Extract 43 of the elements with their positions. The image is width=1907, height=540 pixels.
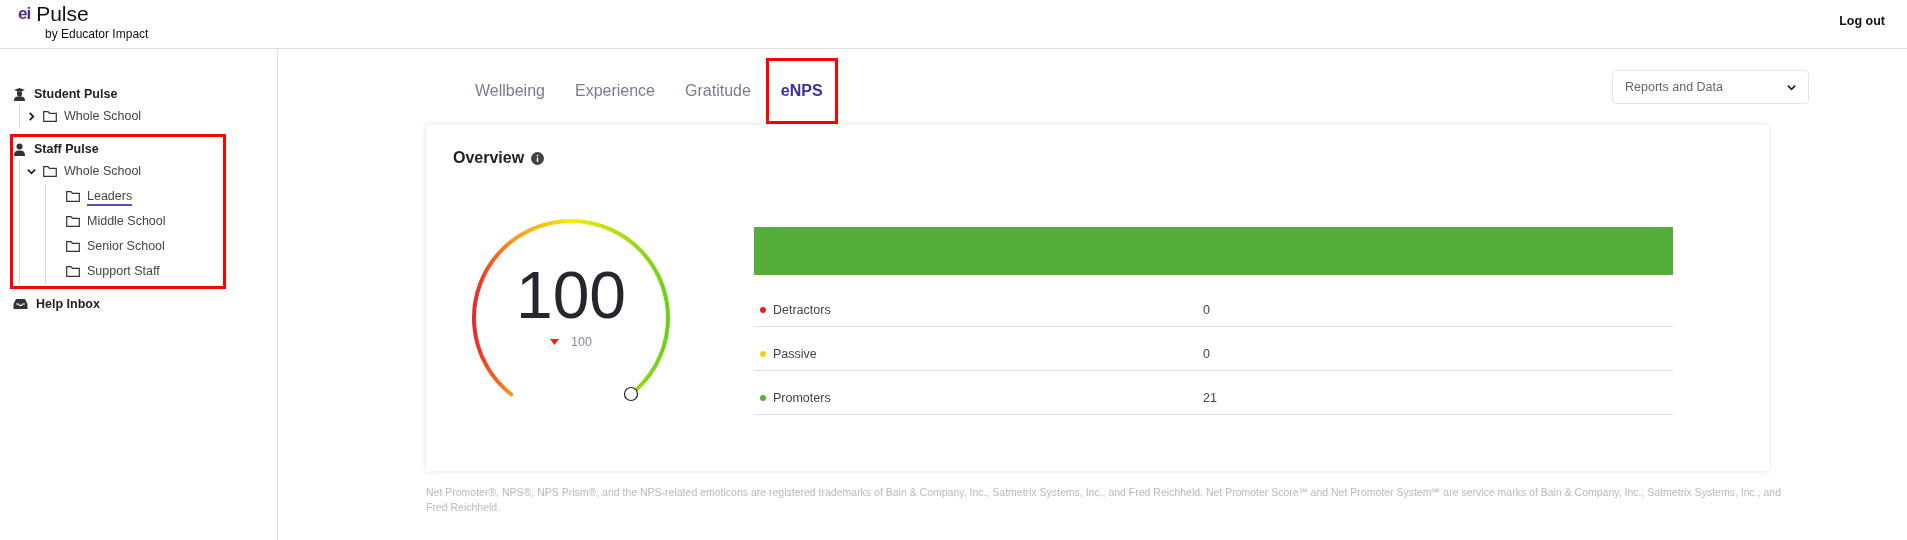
folder-icon xyxy=(43,111,57,122)
gauge-thumb xyxy=(622,386,639,403)
category-count: 21 xyxy=(1203,390,1217,405)
tree-item[interactable]: Whole School xyxy=(64,164,142,181)
category-label: Detractors xyxy=(773,302,832,317)
folder-icon xyxy=(66,266,80,277)
info-icon[interactable] xyxy=(531,151,545,165)
category-count: 0 xyxy=(1203,302,1210,317)
card-title: Overview xyxy=(453,149,525,167)
tab[interactable]: eNPS xyxy=(765,58,838,124)
category-label: Passive xyxy=(773,346,818,361)
tree-item[interactable]: Leaders xyxy=(87,189,133,206)
chevron-down-icon[interactable] xyxy=(1787,82,1796,92)
folder-icon xyxy=(66,191,80,202)
logo-mark: ei xyxy=(18,5,31,23)
logout-link[interactable]: Log out xyxy=(1839,14,1885,28)
score-change: 100 xyxy=(571,335,592,349)
tree-item[interactable]: Whole School xyxy=(64,109,142,126)
student-icon xyxy=(13,87,26,101)
person-icon xyxy=(13,142,26,156)
reports-dropdown[interactable]: Reports and Data xyxy=(1612,70,1809,104)
section-title[interactable]: Student Pulse xyxy=(34,87,118,101)
tree-item[interactable]: Senior School xyxy=(87,239,165,256)
section-title[interactable]: Help Inbox xyxy=(36,297,100,311)
folder-icon xyxy=(66,241,80,252)
score-value: 100 xyxy=(515,257,627,334)
trademark-notice: Net Promoter®, NPS®, NPS Prism®, and the NPS-related emoticons are registered trademarks of Bain & Company, Inc., Satmetrix Systems, Inc., and Fred Reichheld. Net Promoter Score℠ and Net Promoter System℠ are service marks of Bain & Company, Inc., Satmetrix Systems, Inc., and Fred Reichheld. xyxy=(426,485,1782,515)
category-label: Promoters xyxy=(773,390,832,405)
tab[interactable]: Experience xyxy=(559,58,670,124)
section-title[interactable]: Staff Pulse xyxy=(34,142,99,156)
app-subtitle: by Educator Impact xyxy=(45,27,149,41)
tab[interactable]: Gratitude xyxy=(670,58,766,124)
tree-item[interactable]: Support Staff xyxy=(87,264,160,281)
category-count: 0 xyxy=(1203,346,1210,361)
tree-item[interactable]: Middle School xyxy=(87,214,166,231)
tab[interactable]: Wellbeing xyxy=(460,58,560,124)
folder-icon xyxy=(66,216,80,227)
chevron-right-icon[interactable] xyxy=(27,112,36,121)
inbox-icon xyxy=(13,298,28,310)
app-title: Pulse xyxy=(36,2,89,26)
chevron-down-icon[interactable] xyxy=(27,167,36,176)
folder-icon xyxy=(43,166,57,177)
down-triangle-icon xyxy=(550,339,560,345)
